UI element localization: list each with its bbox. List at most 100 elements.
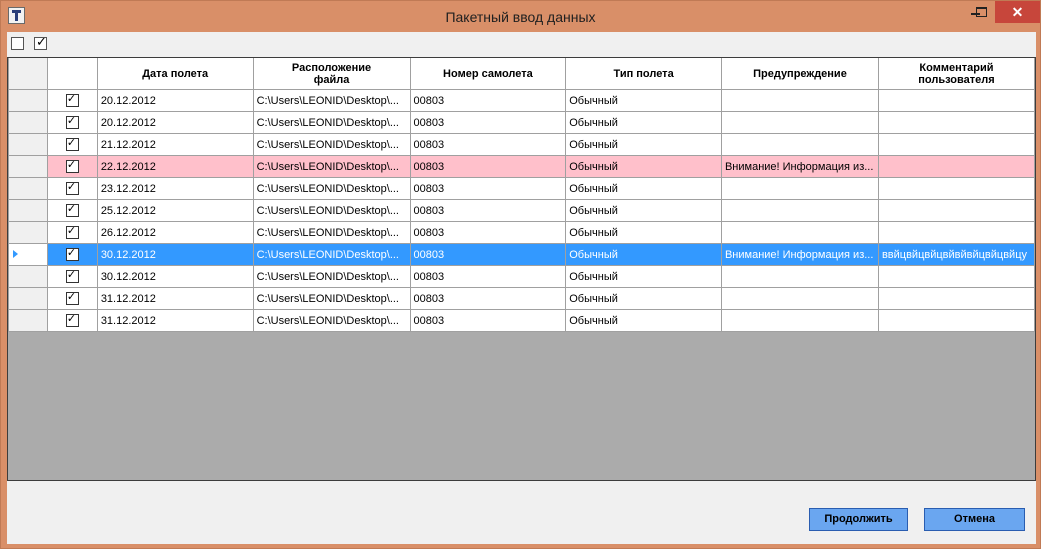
cell-warning[interactable] (720, 177, 879, 200)
column-header-file[interactable]: Расположение файла (252, 58, 411, 90)
cell-file[interactable]: C:\Users\LEONID\Desktop\... (252, 89, 411, 112)
cell-file[interactable]: C:\Users\LEONID\Desktop\... (252, 265, 411, 288)
cell-warning[interactable]: Внимание! Информация из... (720, 155, 879, 178)
cell-comment[interactable] (877, 309, 1035, 332)
table-row[interactable]: 20.12.2012C:\Users\LEONID\Desktop\...008… (8, 89, 1035, 112)
row-checkbox[interactable] (65, 268, 79, 283)
cell-warning[interactable] (720, 133, 879, 156)
column-header-select[interactable] (46, 58, 98, 90)
cell-comment[interactable] (877, 265, 1035, 288)
cell-warning[interactable] (720, 199, 879, 222)
cell-file[interactable]: C:\Users\LEONID\Desktop\... (252, 221, 411, 244)
check-all-checkbox[interactable] (34, 35, 47, 50)
cell-date[interactable]: 26.12.2012 (96, 221, 254, 244)
cell-file[interactable]: C:\Users\LEONID\Desktop\... (252, 155, 411, 178)
cell-type[interactable]: Обычный (565, 199, 722, 222)
table-row[interactable]: 25.12.2012C:\Users\LEONID\Desktop\...008… (8, 199, 1035, 222)
row-header[interactable] (8, 155, 48, 178)
cell-type[interactable]: Обычный (565, 265, 722, 288)
cell-comment[interactable] (877, 89, 1035, 112)
cell-warning[interactable] (720, 221, 879, 244)
table-row[interactable]: 30.12.2012C:\Users\LEONID\Desktop\...008… (8, 243, 1035, 266)
cell-plane[interactable]: 00803 (409, 111, 567, 134)
cell-comment[interactable]: ввйцвйцвйцвйвйвйцвйцвйцу (877, 243, 1035, 266)
cell-type[interactable]: Обычный (565, 309, 722, 332)
row-header[interactable] (8, 243, 48, 266)
cell-type[interactable]: Обычный (565, 89, 722, 112)
table-row[interactable]: 23.12.2012C:\Users\LEONID\Desktop\...008… (8, 177, 1035, 200)
cell-file[interactable]: C:\Users\LEONID\Desktop\... (252, 177, 411, 200)
cell-warning[interactable] (720, 111, 879, 134)
column-header-comment[interactable]: Комментарий пользователя (877, 58, 1035, 90)
column-header-warning[interactable]: Предупреждение (720, 58, 879, 90)
cell-date[interactable]: 20.12.2012 (96, 111, 254, 134)
table-row[interactable]: 31.12.2012C:\Users\LEONID\Desktop\...008… (8, 287, 1035, 310)
cell-warning[interactable] (720, 265, 879, 288)
row-header[interactable] (8, 111, 48, 134)
table-row[interactable]: 21.12.2012C:\Users\LEONID\Desktop\...008… (8, 133, 1035, 156)
row-checkbox[interactable] (65, 92, 79, 107)
cell-warning[interactable] (720, 89, 879, 112)
cell-warning[interactable] (720, 287, 879, 310)
row-header[interactable] (8, 177, 48, 200)
table-row[interactable]: 26.12.2012C:\Users\LEONID\Desktop\...008… (8, 221, 1035, 244)
cell-type[interactable]: Обычный (565, 111, 722, 134)
cancel-button[interactable]: Отмена (924, 508, 1025, 531)
cell-date[interactable]: 31.12.2012 (96, 287, 254, 310)
cell-file[interactable]: C:\Users\LEONID\Desktop\... (252, 111, 411, 134)
flights-grid[interactable]: Дата полета Расположение файла Номер сам… (7, 57, 1036, 481)
row-checkbox[interactable] (65, 114, 79, 129)
row-checkbox[interactable] (65, 224, 79, 239)
column-header-type[interactable]: Тип полета (565, 58, 722, 90)
table-row[interactable]: 20.12.2012C:\Users\LEONID\Desktop\...008… (8, 111, 1035, 134)
row-checkbox[interactable] (65, 180, 79, 195)
table-row[interactable]: 30.12.2012C:\Users\LEONID\Desktop\...008… (8, 265, 1035, 288)
cell-warning[interactable] (720, 309, 879, 332)
cell-plane[interactable]: 00803 (409, 265, 567, 288)
cell-type[interactable]: Обычный (565, 133, 722, 156)
cell-comment[interactable] (877, 199, 1035, 222)
cell-plane[interactable]: 00803 (409, 155, 567, 178)
cell-comment[interactable] (877, 155, 1035, 178)
cell-plane[interactable]: 00803 (409, 89, 567, 112)
table-row[interactable]: 31.12.2012C:\Users\LEONID\Desktop\...008… (8, 309, 1035, 332)
row-header[interactable] (8, 287, 48, 310)
row-checkbox[interactable] (65, 246, 79, 261)
cell-type[interactable]: Обычный (565, 177, 722, 200)
row-checkbox[interactable] (65, 312, 79, 327)
cell-date[interactable]: 22.12.2012 (96, 155, 254, 178)
cell-plane[interactable]: 00803 (409, 199, 567, 222)
row-header[interactable] (8, 265, 48, 288)
cell-date[interactable]: 30.12.2012 (96, 265, 254, 288)
cell-date[interactable]: 31.12.2012 (96, 309, 254, 332)
cell-type[interactable]: Обычный (565, 243, 722, 266)
uncheck-all-checkbox[interactable] (11, 37, 24, 50)
cell-date[interactable]: 30.12.2012 (96, 243, 254, 266)
row-checkbox[interactable] (65, 202, 79, 217)
cell-plane[interactable]: 00803 (409, 309, 567, 332)
maximize-button[interactable] (968, 1, 994, 23)
cell-comment[interactable] (877, 221, 1035, 244)
cell-comment[interactable] (877, 133, 1035, 156)
cell-comment[interactable] (877, 177, 1035, 200)
cell-warning[interactable]: Внимание! Информация из... (720, 243, 879, 266)
row-header[interactable] (8, 221, 48, 244)
row-checkbox[interactable] (65, 290, 79, 305)
cell-comment[interactable] (877, 287, 1035, 310)
row-header[interactable] (8, 89, 48, 112)
cell-comment[interactable] (877, 111, 1035, 134)
cell-file[interactable]: C:\Users\LEONID\Desktop\... (252, 287, 411, 310)
table-row[interactable]: 22.12.2012C:\Users\LEONID\Desktop\...008… (8, 155, 1035, 178)
cell-file[interactable]: C:\Users\LEONID\Desktop\... (252, 243, 411, 266)
column-header-date[interactable]: Дата полета (96, 58, 254, 90)
row-header[interactable] (8, 133, 48, 156)
close-button[interactable]: ✕ (995, 1, 1040, 23)
cell-plane[interactable]: 00803 (409, 133, 567, 156)
cell-type[interactable]: Обычный (565, 287, 722, 310)
cell-plane[interactable]: 00803 (409, 243, 567, 266)
row-header[interactable] (8, 199, 48, 222)
cell-type[interactable]: Обычный (565, 155, 722, 178)
cell-plane[interactable]: 00803 (409, 177, 567, 200)
cell-file[interactable]: C:\Users\LEONID\Desktop\... (252, 309, 411, 332)
row-checkbox[interactable] (65, 136, 79, 151)
